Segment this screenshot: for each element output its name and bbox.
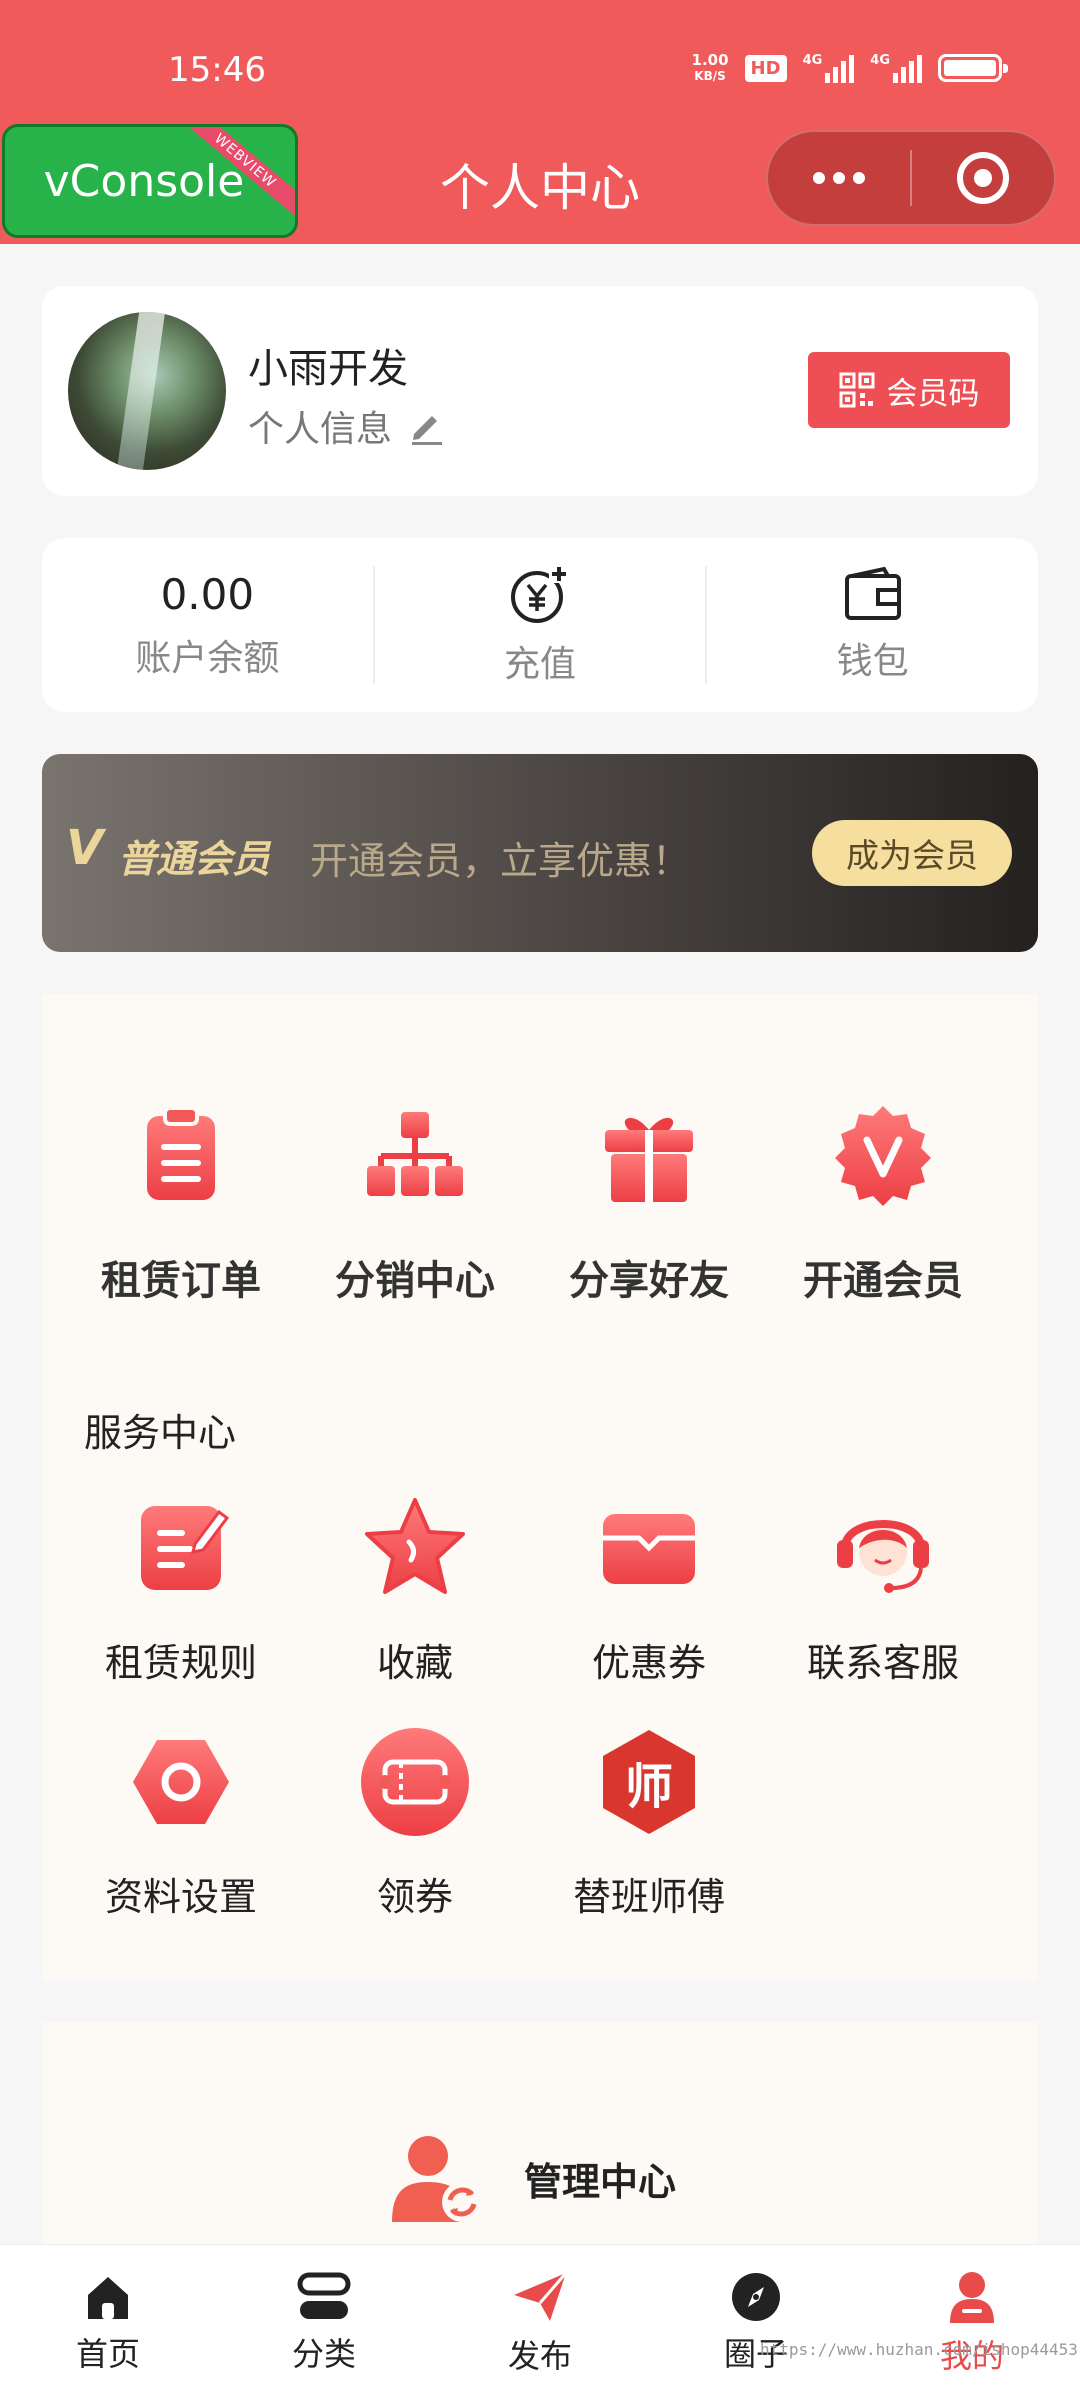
ticket-icon (361, 1728, 469, 1836)
tab-category[interactable]: 分类 (216, 2245, 432, 2400)
compass-icon (732, 2272, 780, 2321)
net-speed: 1.00 KB/S (691, 51, 729, 83)
headset-agent-icon (837, 1520, 929, 1593)
user-name: 小雨开发 (248, 346, 408, 392)
header-bar: 15:46 1.00 KB/S HD 4G 4G vConsole WEBVIE… (0, 0, 1080, 244)
signal-icon: 4G (870, 53, 922, 83)
service-label: 收藏 (376, 1641, 453, 1685)
hierarchy-icon (367, 1112, 463, 1196)
service-label: 租赁规则 (104, 1641, 257, 1685)
wallet-card: 0.00 账户余额 充值 钱包 (42, 538, 1038, 712)
quick-menu: 租赁订单 分销中心 分享好友 开通会员 (42, 1100, 1038, 1306)
avatar[interactable] (68, 312, 226, 470)
menu-distribution-center[interactable]: 分销中心 (298, 1100, 532, 1306)
vip-banner[interactable]: V 普通会员 开通会员，立享优惠！ 成为会员 (42, 754, 1038, 952)
tab-publish[interactable]: 发布 (432, 2245, 648, 2400)
recharge-label: 充值 (504, 644, 577, 685)
bottom-tab-bar: 首页 分类 发布 圈子 我的 (0, 2244, 1080, 2400)
mini-program-capsule (766, 130, 1056, 226)
admin-center-label: 管理中心 (524, 2159, 677, 2204)
admin-card: 管理中心 (42, 2022, 1038, 2272)
battery-icon (938, 54, 1008, 82)
hd-badge: HD (744, 54, 787, 82)
master-badge-text: 师 (624, 1759, 673, 1815)
clipboard-icon (147, 1106, 215, 1200)
wallet-label: 钱包 (836, 641, 909, 682)
yen-plus-icon (511, 565, 569, 623)
service-get-coupon[interactable]: 领券 (298, 1726, 532, 1921)
user-icon (950, 2271, 994, 2323)
user-refresh-icon (392, 2136, 482, 2222)
service-favorites[interactable]: 收藏 (298, 1492, 532, 1687)
more-button[interactable] (768, 132, 910, 224)
tab-circle[interactable]: 圈子 (648, 2245, 864, 2400)
tab-label: 发布 (507, 2336, 572, 2375)
menu-label: 分享好友 (569, 1258, 729, 1304)
admin-center-link[interactable]: 管理中心 (388, 2132, 676, 2224)
menu-label: 租赁订单 (101, 1258, 261, 1304)
service-row: 资料设置 领券 师 替班师傅 (42, 1726, 1038, 1921)
close-button[interactable] (912, 132, 1054, 224)
signal-icon: 4G (803, 53, 855, 83)
star-icon (365, 1498, 465, 1594)
coupon-icon (603, 1514, 695, 1584)
service-label: 联系客服 (806, 1641, 959, 1685)
service-label: 领券 (376, 1875, 453, 1919)
service-label: 替班师傅 (572, 1875, 725, 1919)
service-label: 优惠券 (591, 1641, 706, 1685)
service-substitute-master[interactable]: 师 替班师傅 (532, 1726, 766, 1921)
balance-value: 0.00 (160, 569, 255, 619)
wallet-icon (844, 566, 901, 620)
personal-info-label: 个人信息 (248, 409, 393, 450)
menu-label: 开通会员 (803, 1258, 963, 1304)
qrcode-icon (839, 372, 874, 408)
balance-label: 账户余额 (135, 637, 280, 679)
home-icon (88, 2276, 128, 2319)
menu-open-membership[interactable]: 开通会员 (766, 1100, 1000, 1306)
personal-info-link[interactable]: 个人信息 (248, 400, 446, 452)
vip-badge-icon (835, 1106, 931, 1206)
tab-home[interactable]: 首页 (0, 2245, 216, 2400)
profile-card: 小雨开发 个人信息 会员码 (42, 286, 1038, 496)
menu-share-friends[interactable]: 分享好友 (532, 1100, 766, 1306)
category-icon (297, 2272, 351, 2319)
features-card: 租赁订单 分销中心 分享好友 开通会员 服务中心 租赁规则 收藏 优惠券 联系客… (42, 994, 1038, 1980)
tab-label: 分类 (291, 2334, 356, 2373)
vip-description: 开通会员，立享优惠！ (310, 839, 691, 883)
watermark-text: https://www.huzhan.com/ishop44453 (760, 2340, 1078, 2359)
service-row: 租赁规则 收藏 优惠券 联系客服 (42, 1492, 1038, 1687)
menu-rental-orders[interactable]: 租赁订单 (64, 1100, 298, 1306)
service-profile-settings[interactable]: 资料设置 (64, 1726, 298, 1921)
hexagon-settings-icon (133, 1740, 229, 1824)
master-badge-icon: 师 (593, 1726, 705, 1838)
service-label: 资料设置 (104, 1875, 257, 1919)
recharge-item[interactable]: 充值 (375, 538, 706, 712)
wallet-item[interactable]: 钱包 (707, 538, 1038, 712)
service-contact-support[interactable]: 联系客服 (766, 1492, 1000, 1687)
status-time: 15:46 (168, 50, 266, 90)
service-center-title: 服务中心 (84, 1411, 237, 1455)
gift-icon (605, 1117, 693, 1202)
service-coupons[interactable]: 优惠券 (532, 1492, 766, 1687)
vip-title: 普通会员 (118, 837, 271, 881)
tab-mine[interactable]: 我的 (864, 2245, 1080, 2400)
pencil-icon (412, 416, 443, 445)
become-member-button[interactable]: 成为会员 (812, 820, 1012, 886)
more-dots-icon (813, 172, 865, 184)
tab-label: 首页 (75, 2334, 140, 2373)
vip-v-icon: V (66, 820, 104, 876)
send-icon (514, 2271, 568, 2321)
member-code-label: 会员码 (886, 375, 980, 412)
menu-label: 分销中心 (335, 1258, 495, 1304)
status-icons: 1.00 KB/S HD 4G 4G (691, 51, 1008, 84)
member-code-button[interactable]: 会员码 (808, 352, 1010, 428)
service-rental-rules[interactable]: 租赁规则 (64, 1492, 298, 1687)
target-circle-icon (957, 152, 1009, 204)
rules-edit-icon (141, 1506, 230, 1590)
balance-item[interactable]: 0.00 账户余额 (42, 538, 373, 712)
